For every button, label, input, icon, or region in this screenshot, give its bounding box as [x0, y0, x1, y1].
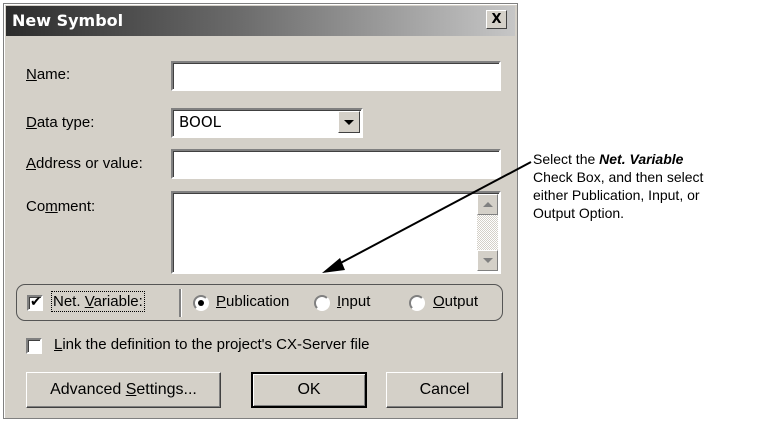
annotation-line-2: Check Box, and then select	[533, 169, 704, 185]
annotation-line-4: Output Option.	[533, 205, 625, 221]
annotation-line-1: Select the Net. Variable	[533, 151, 684, 167]
callout-annotation: Select the Net. Variable Check Box, and …	[533, 150, 759, 222]
callout-line	[332, 161, 532, 268]
arrowhead-icon	[322, 258, 345, 273]
annotation-line-3: either Publication, Input, or	[533, 187, 700, 203]
